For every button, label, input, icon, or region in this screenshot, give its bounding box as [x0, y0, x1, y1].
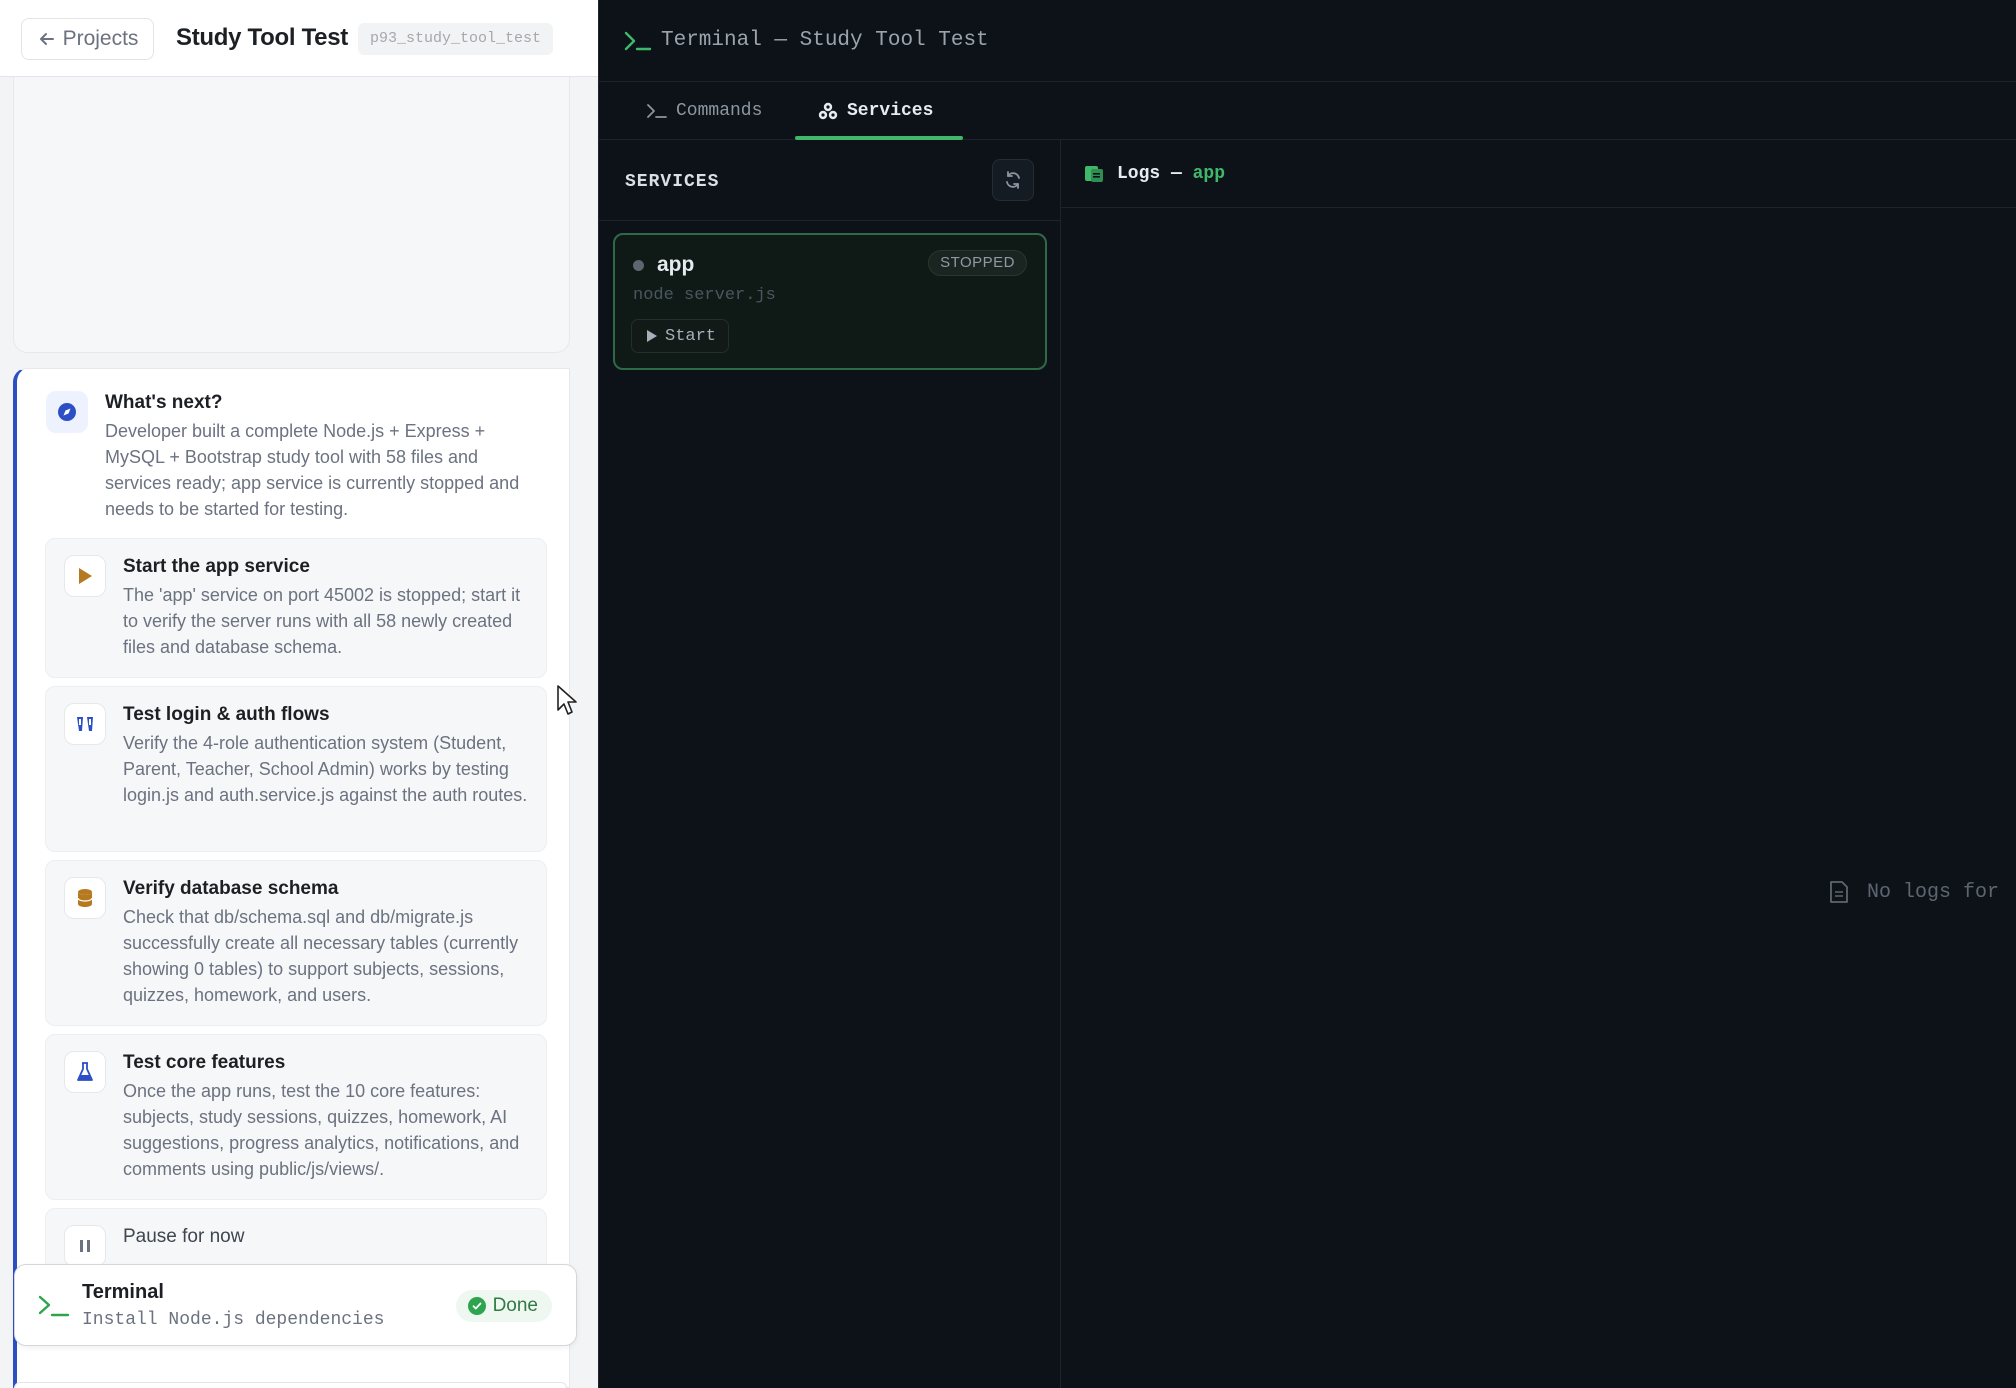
- action-start-app-service[interactable]: Start the app service The 'app' service …: [45, 538, 547, 678]
- action-description: Verify the 4-role authentication system …: [123, 733, 528, 805]
- services-pane: SERVICES app STOPPED node server.js Star…: [599, 140, 1061, 1388]
- preview-card: [13, 77, 570, 353]
- tab-commands[interactable]: Commands: [646, 82, 762, 140]
- action-description: The 'app' service on port 45002 is stopp…: [123, 585, 521, 657]
- logs-pane: Logs — app No logs for: [1061, 140, 2016, 1388]
- service-command: node server.js: [633, 286, 776, 305]
- mouse-pointer-icon: [557, 685, 577, 715]
- service-card-app[interactable]: app STOPPED node server.js Start: [613, 233, 1047, 370]
- services-heading: SERVICES: [625, 172, 720, 192]
- terminal-prompt-icon: [647, 104, 667, 118]
- whats-next-card: What's next? Developer built a complete …: [13, 368, 570, 1388]
- action-title: Pause for now: [123, 1226, 245, 1247]
- done-status-badge: Done: [455, 1290, 552, 1322]
- flask-icon: [64, 1051, 106, 1093]
- back-label: Projects: [62, 27, 139, 50]
- cubes-icon: [818, 102, 838, 120]
- terminal-tabs: Commands Services: [599, 82, 2016, 140]
- divider: [599, 220, 1061, 221]
- service-status-dot: [633, 260, 644, 271]
- terminal-prompt-icon: [38, 1295, 70, 1317]
- play-icon: [64, 555, 106, 597]
- action-title: Test core features: [123, 1052, 286, 1073]
- tab-label: Services: [847, 101, 934, 121]
- action-test-login-auth[interactable]: Test login & auth flows Verify the 4-rol…: [45, 686, 547, 852]
- terminal-task-card[interactable]: Terminal Install Node.js dependencies Do…: [14, 1264, 577, 1346]
- action-description: Check that db/schema.sql and db/migrate.…: [123, 907, 519, 1005]
- play-icon: [647, 330, 657, 342]
- start-service-button[interactable]: Start: [631, 319, 730, 353]
- no-logs-message: No logs for: [1829, 880, 1999, 904]
- refresh-services-button[interactable]: [992, 159, 1034, 201]
- users-icon: [64, 703, 106, 745]
- whats-next-title: What's next?: [105, 392, 223, 413]
- logs-title: Logs — app: [1117, 164, 1225, 184]
- terminal-prompt-icon: [624, 31, 652, 51]
- start-label: Start: [665, 326, 717, 346]
- logs-title-prefix: Logs —: [1117, 164, 1182, 184]
- file-text-icon: [1830, 881, 1848, 903]
- done-status-label: Done: [492, 1295, 538, 1316]
- terminal-card-command: Install Node.js dependencies: [82, 1310, 385, 1330]
- database-icon: [64, 877, 106, 919]
- action-verify-database-schema[interactable]: Verify database schema Check that db/sch…: [45, 860, 547, 1026]
- scroll-icon: [1085, 166, 1103, 182]
- project-title: Study Tool Test: [176, 24, 348, 51]
- action-title: Verify database schema: [123, 878, 339, 899]
- refresh-icon: [1006, 171, 1020, 189]
- whats-next-description: Developer built a complete Node.js + Exp…: [105, 421, 520, 519]
- project-slug: p93_study_tool_test: [358, 23, 554, 55]
- service-name: app: [657, 253, 695, 276]
- next-card-peek: [14, 1382, 567, 1388]
- terminal-panel: Terminal — Study Tool Test Commands Serv…: [598, 0, 2016, 1388]
- service-status-badge: STOPPED: [928, 250, 1027, 276]
- pause-icon: [64, 1225, 106, 1267]
- tab-label: Commands: [676, 101, 763, 121]
- action-description: Once the app runs, test the 10 core feat…: [123, 1081, 520, 1179]
- no-logs-text: No logs for: [1867, 880, 2000, 904]
- terminal-title: Terminal — Study Tool Test: [661, 29, 989, 52]
- action-test-core-features[interactable]: Test core features Once the app runs, te…: [45, 1034, 547, 1200]
- logs-service-name: app: [1192, 164, 1226, 184]
- project-panel: Projects Study Tool Test p93_study_tool_…: [0, 0, 598, 1388]
- logs-header: Logs — app: [1061, 140, 2016, 208]
- project-topbar: Projects Study Tool Test p93_study_tool_…: [0, 0, 598, 77]
- arrow-left-icon: [39, 33, 54, 45]
- back-to-projects-button[interactable]: Projects: [21, 18, 154, 60]
- compass-icon: [46, 391, 88, 433]
- tab-services[interactable]: Services: [795, 82, 963, 140]
- terminal-card-title: Terminal: [82, 1281, 164, 1303]
- action-title: Start the app service: [123, 556, 310, 577]
- check-circle-icon: [467, 1297, 486, 1315]
- action-title: Test login & auth flows: [123, 704, 330, 725]
- terminal-header: Terminal — Study Tool Test: [599, 0, 2016, 82]
